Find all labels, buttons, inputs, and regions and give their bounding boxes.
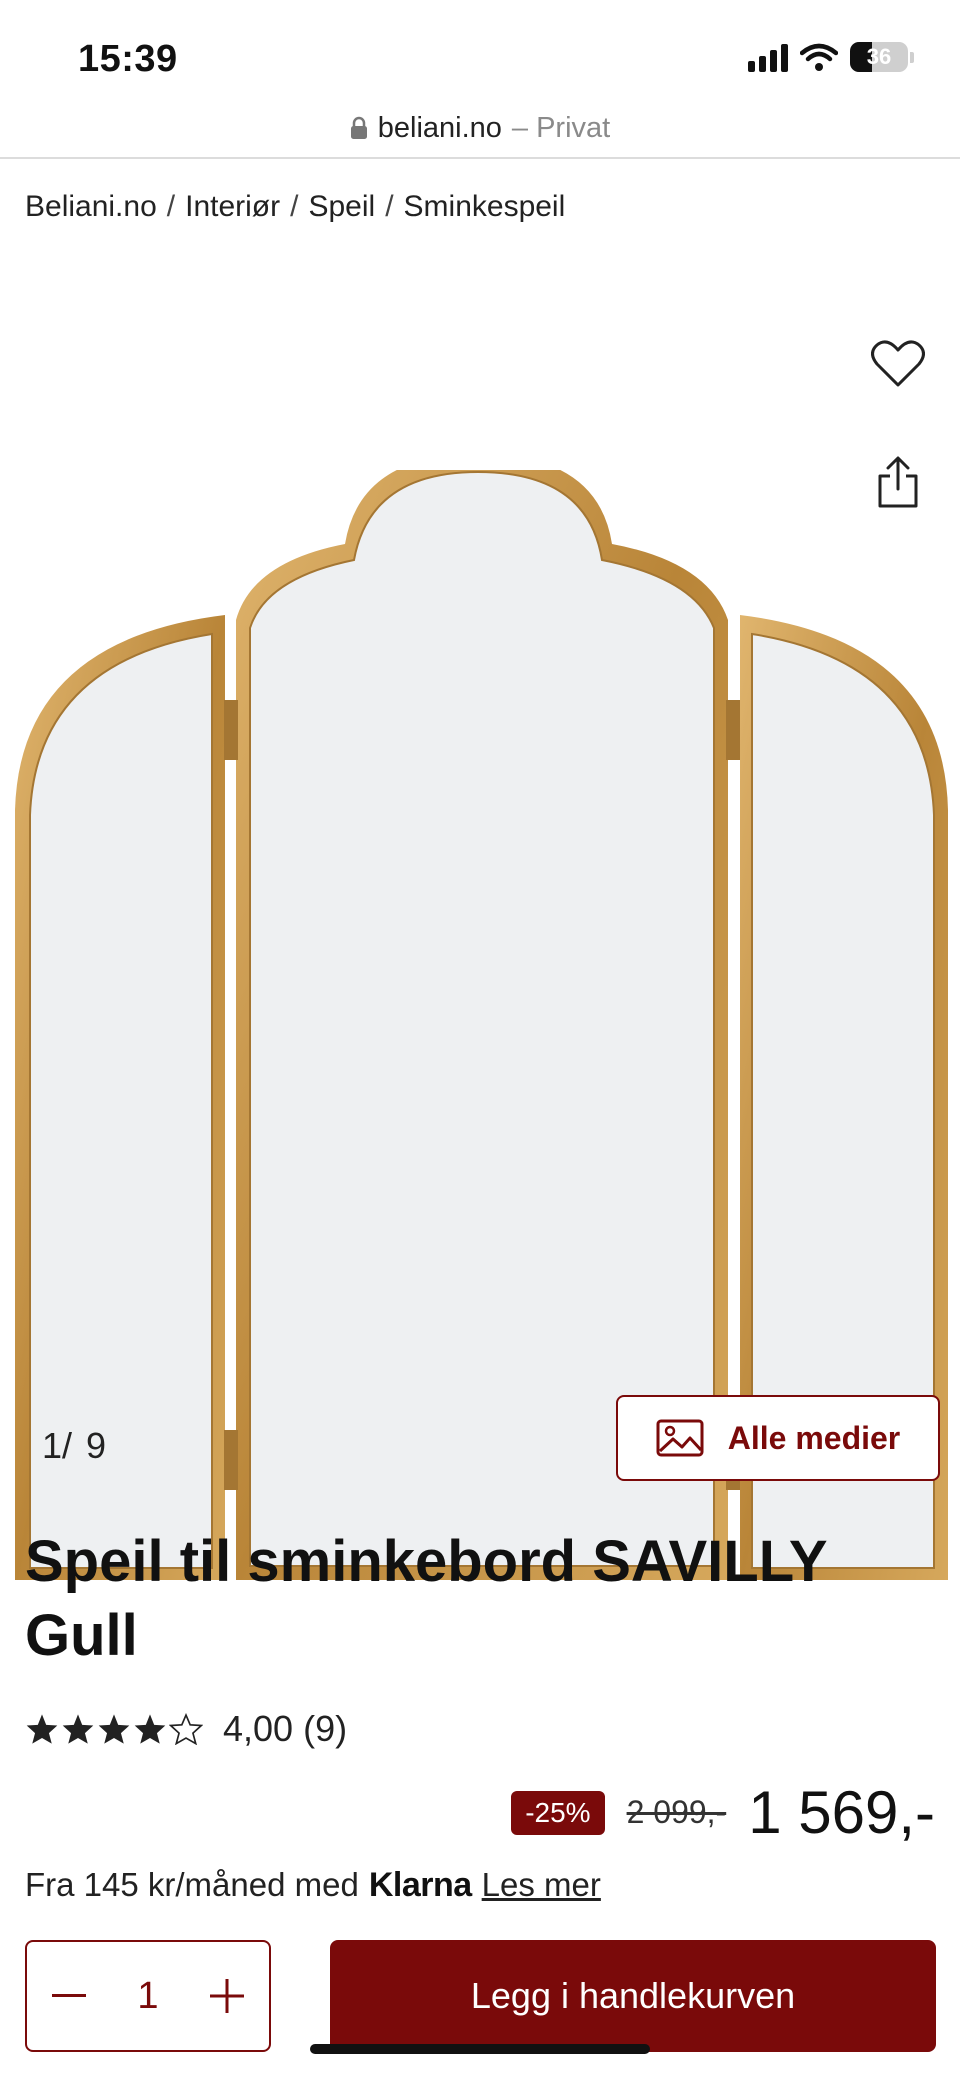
status-bar: 15:39 36: [0, 0, 960, 110]
financing-info: Fra 145 kr/måned med Klarna Les mer: [25, 1866, 601, 1905]
share-icon: [878, 456, 918, 508]
wishlist-button[interactable]: [866, 332, 930, 396]
lock-icon: [350, 116, 367, 139]
star-icon: [62, 1714, 94, 1744]
add-to-cart-button[interactable]: Legg i handlekurven: [330, 1940, 936, 2052]
breadcrumb-interior[interactable]: Interiør: [185, 190, 280, 224]
discount-badge: -25%: [511, 1790, 605, 1835]
minus-icon: [52, 1994, 86, 1997]
old-price: 2 099,-: [626, 1794, 727, 1830]
star-icon: [98, 1714, 130, 1744]
image-icon: [656, 1419, 704, 1457]
price-row: -25% 2 099,- 1 569,-: [511, 1778, 935, 1847]
klarna-logo: Klarna: [368, 1866, 472, 1904]
url-bar[interactable]: beliani.no – Privat: [0, 100, 960, 156]
rating-value: 4,00: [223, 1708, 294, 1749]
battery-level: 36: [866, 44, 892, 69]
breadcrumb: Beliani.no / Interiør / Speil / Sminkesp…: [25, 190, 565, 224]
financing-text: Fra 145 kr/måned med: [25, 1866, 359, 1903]
signal-icon: [748, 42, 788, 72]
all-media-button[interactable]: Alle medier: [616, 1395, 940, 1481]
star-icon: [26, 1714, 58, 1744]
product-image-gallery[interactable]: [0, 260, 960, 1580]
product-rating[interactable]: 4,00 (9): [25, 1708, 347, 1750]
read-more-link[interactable]: Les mer: [482, 1866, 601, 1904]
decrease-quantity-button[interactable]: [49, 1976, 89, 2016]
share-button[interactable]: [866, 450, 930, 514]
breadcrumb-separator: /: [290, 190, 299, 223]
breadcrumb-makeup-mirrors[interactable]: Sminkespeil: [404, 190, 566, 224]
breadcrumb-home[interactable]: Beliani.no: [25, 190, 157, 224]
status-icons: 36: [748, 42, 914, 72]
url-divider: [0, 157, 960, 159]
rating-stars: [25, 1713, 203, 1745]
star-icon: [134, 1714, 166, 1744]
all-media-label: Alle medier: [727, 1419, 901, 1456]
current-price: 1 569,-: [748, 1779, 935, 1846]
breadcrumb-mirrors[interactable]: Speil: [308, 190, 375, 224]
breadcrumb-separator: /: [166, 190, 176, 223]
url-domain: beliani.no: [377, 111, 502, 144]
pager-current: 1/: [42, 1425, 73, 1466]
increase-quantity-button[interactable]: [207, 1976, 247, 2016]
battery-icon: 36: [850, 42, 908, 72]
quantity-stepper[interactable]: 1: [25, 1940, 271, 2052]
pager-total: 9: [86, 1425, 107, 1466]
plus-icon: [209, 1979, 244, 2013]
star-outline-icon: [169, 1713, 203, 1745]
status-time: 15:39: [78, 38, 178, 80]
url-private-label: – Privat: [511, 111, 611, 144]
heart-icon: [871, 340, 925, 387]
breadcrumb-separator: /: [385, 190, 394, 223]
wifi-icon: [800, 43, 838, 71]
rating-count: (9): [303, 1708, 348, 1749]
product-title: Speil til sminkebord SAVILLY Gull: [25, 1529, 827, 1668]
home-indicator: [310, 2044, 650, 2054]
quantity-value[interactable]: 1: [137, 1975, 158, 2018]
gallery-pager: 1/ 9: [42, 1425, 106, 1467]
